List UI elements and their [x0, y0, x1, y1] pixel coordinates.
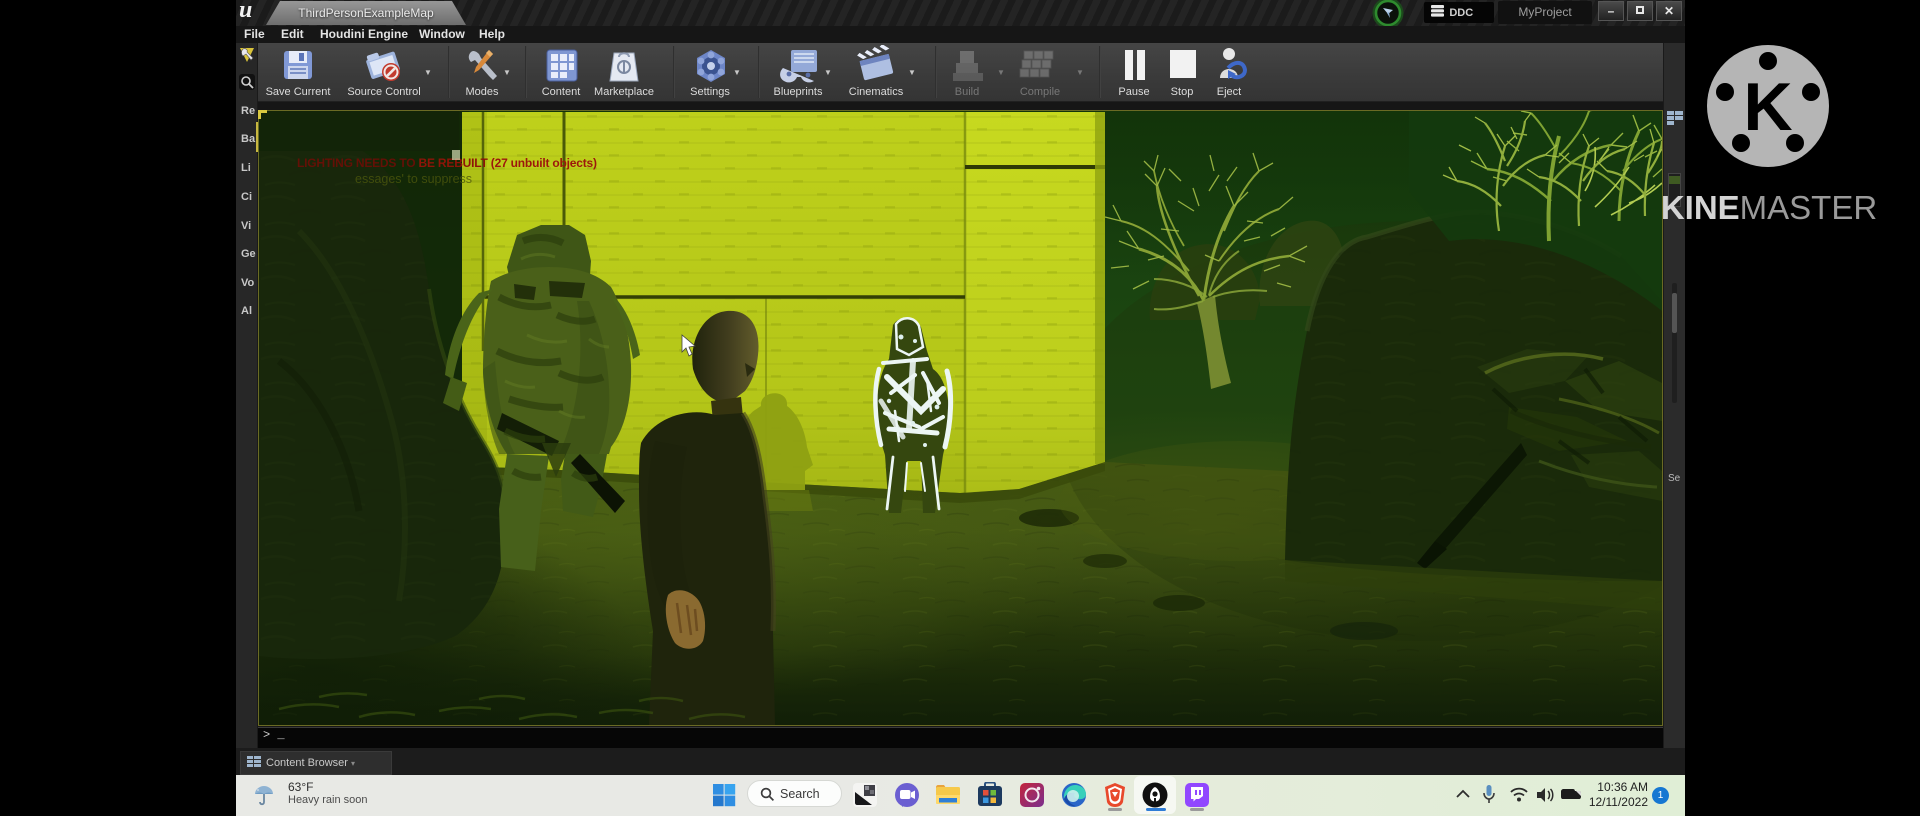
svg-text:LIGHTING NEEDS TO BE REBUILT (: LIGHTING NEEDS TO BE REBUILT (27 unbuilt… — [297, 156, 597, 170]
svg-text:essages' to suppress: essages' to suppress — [355, 172, 472, 186]
svg-text:K: K — [1743, 69, 1792, 145]
